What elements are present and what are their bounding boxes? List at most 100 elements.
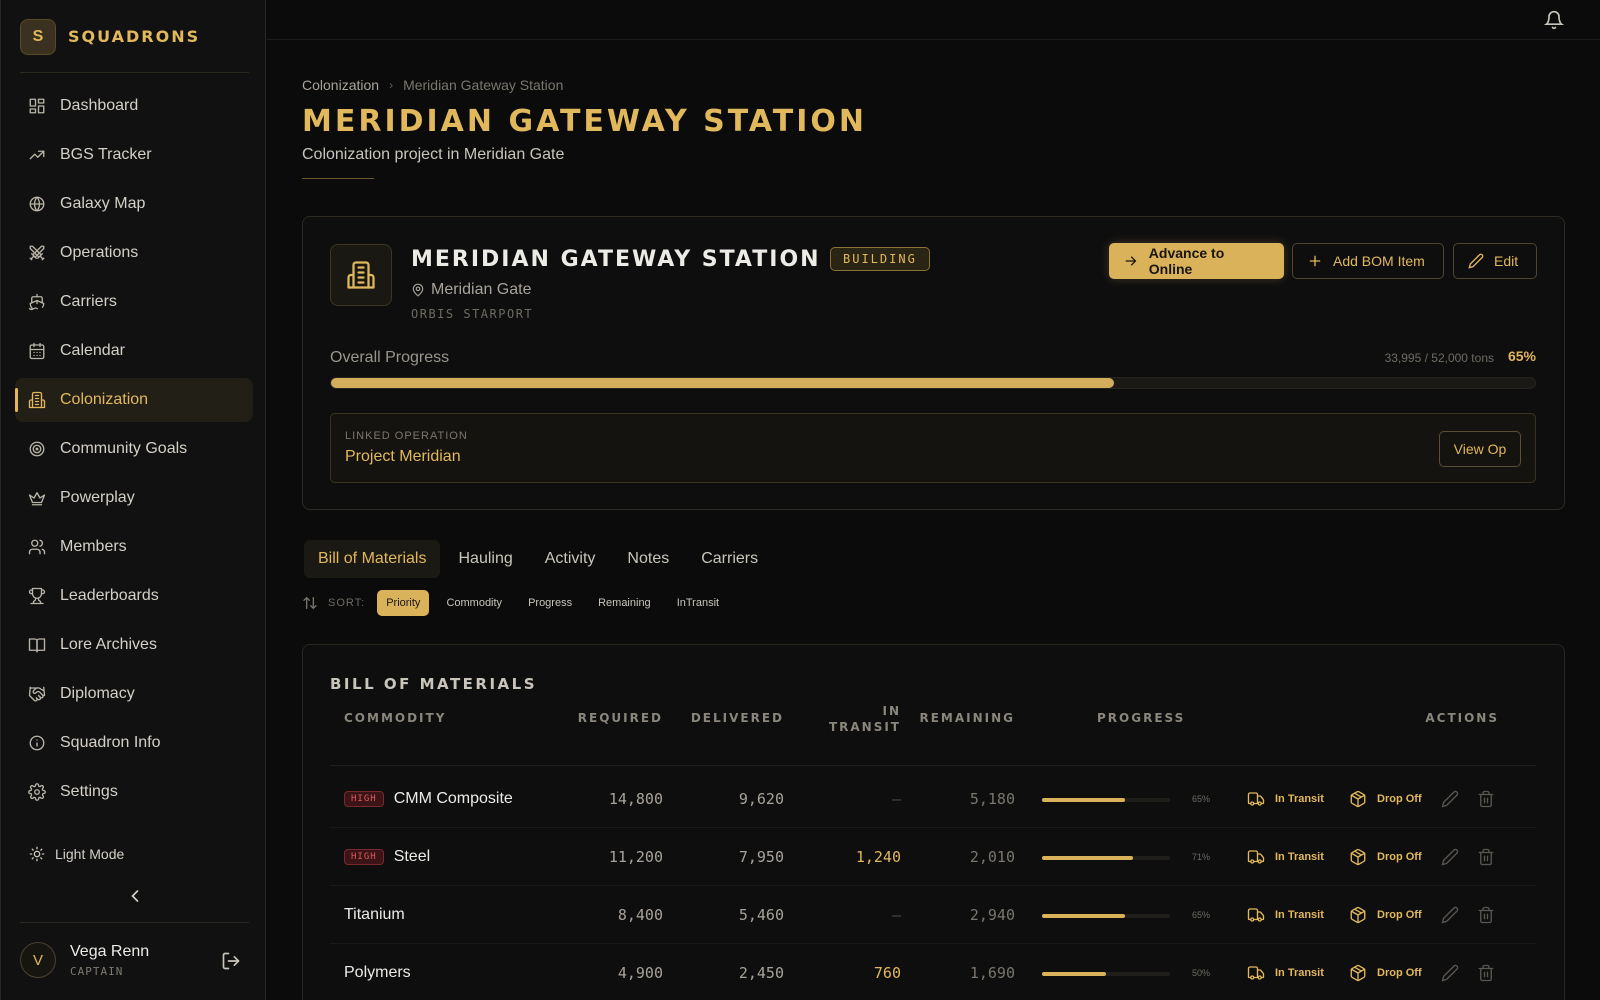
sort-chip-priority[interactable]: Priority: [377, 590, 430, 616]
tab-notes[interactable]: Notes: [613, 540, 683, 578]
sort-chip-intransit[interactable]: InTransit: [668, 590, 728, 616]
commodity-name: Titanium: [344, 906, 405, 923]
sort-chip-remaining[interactable]: Remaining: [589, 590, 660, 616]
in-transit-action-button[interactable]: In Transit: [1247, 828, 1324, 886]
sort-label-text: SORT:: [328, 597, 366, 609]
add-bom-label: Add BOM Item: [1333, 253, 1425, 269]
collapse-sidebar-button[interactable]: [125, 886, 145, 906]
required-cell: 11,200: [608, 848, 663, 866]
sidebar-item-powerplay[interactable]: Powerplay: [15, 476, 253, 520]
edit-row-button[interactable]: [1441, 828, 1459, 886]
col-commodity[interactable]: COMMODITY: [344, 711, 446, 725]
sidebar-item-members[interactable]: Members: [15, 525, 253, 569]
linked-operation-name[interactable]: Project Meridian: [345, 448, 461, 466]
tab-bill-of-materials[interactable]: Bill of Materials: [304, 540, 441, 578]
sidebar-item-settings[interactable]: Settings: [15, 770, 253, 814]
sidebar-item-squadron-info[interactable]: Squadron Info: [15, 721, 253, 765]
sidebar-item-label: Settings: [60, 783, 118, 800]
sidebar-item-label: Diplomacy: [60, 685, 135, 702]
sidebar-item-dashboard[interactable]: Dashboard: [15, 84, 253, 128]
sidebar-item-leaderboards[interactable]: Leaderboards: [15, 574, 253, 618]
brand[interactable]: S SQUADRONS: [20, 18, 200, 55]
sidebar-item-label: Dashboard: [60, 97, 139, 114]
view-op-button[interactable]: View Op: [1439, 431, 1521, 467]
gear-icon: [28, 783, 46, 801]
tab-activity[interactable]: Activity: [531, 540, 610, 578]
sidebar-item-colonization[interactable]: Colonization: [15, 378, 253, 422]
sidebar-item-bgs-tracker[interactable]: BGS Tracker: [15, 133, 253, 177]
sidebar-item-carriers[interactable]: Carriers: [15, 280, 253, 324]
delete-row-button[interactable]: [1477, 770, 1495, 828]
sidebar-item-community-goals[interactable]: Community Goals: [15, 427, 253, 471]
row-progress-fill: [1042, 972, 1106, 976]
col-progress[interactable]: PROGRESS: [1097, 711, 1185, 725]
delete-row-button[interactable]: [1477, 944, 1495, 1000]
breadcrumb-parent-link[interactable]: Colonization: [302, 77, 379, 93]
book-icon: [28, 638, 46, 653]
sidebar-item-operations[interactable]: Operations: [15, 231, 253, 275]
notifications-button[interactable]: [1544, 10, 1564, 30]
chevron-right-icon: ›: [389, 78, 394, 92]
page-subtitle: Colonization project in Meridian Gate: [302, 146, 565, 163]
bell-icon: [1544, 10, 1564, 30]
sidebar-item-calendar[interactable]: Calendar: [15, 329, 253, 373]
drop-off-action-button[interactable]: Drop Off: [1349, 828, 1422, 886]
row-progress-bar: [1042, 798, 1170, 802]
edit-row-button[interactable]: [1441, 944, 1459, 1000]
delivered-cell: 2,450: [738, 964, 784, 982]
sidebar-item-label: Carriers: [60, 293, 117, 310]
drop-off-action-button[interactable]: Drop Off: [1349, 944, 1422, 1000]
tab-carriers[interactable]: Carriers: [687, 540, 772, 578]
delete-row-button[interactable]: [1477, 886, 1495, 944]
trophy-icon: [28, 587, 46, 605]
tab-hauling[interactable]: Hauling: [444, 540, 526, 578]
col-remaining[interactable]: REMAINING: [903, 711, 1015, 725]
trash-icon: [1478, 964, 1494, 982]
delete-row-button[interactable]: [1477, 828, 1495, 886]
target-icon: [29, 441, 45, 457]
drop-off-action-button[interactable]: Drop Off: [1349, 770, 1422, 828]
sidebar-item-galaxy-map[interactable]: Galaxy Map: [15, 182, 253, 226]
nav-fade: [15, 810, 253, 834]
drop-off-action-label: Drop Off: [1377, 851, 1422, 863]
bom-table-card: BILL OF MATERIALS COMMODITY REQUIRED DEL…: [302, 644, 1565, 1000]
building-icon: [28, 391, 46, 409]
col-required[interactable]: REQUIRED: [565, 711, 663, 725]
in-transit-action-button[interactable]: In Transit: [1247, 770, 1324, 828]
truck-icon: [1247, 850, 1265, 864]
plus-icon: [1309, 255, 1321, 267]
sidebar-item-diplomacy[interactable]: Diplomacy: [15, 672, 253, 716]
edit-row-button[interactable]: [1441, 886, 1459, 944]
sort-chip-progress[interactable]: Progress: [519, 590, 581, 616]
logout-button[interactable]: [221, 951, 241, 971]
table-row: Titanium 8,400 5,460 — 2,940 65% In Tran…: [330, 886, 1536, 944]
add-bom-item-button[interactable]: Add BOM Item: [1292, 243, 1444, 279]
col-delivered[interactable]: DELIVERED: [671, 711, 784, 725]
table-row: HIGH CMM Composite 14,800 9,620 — 5,180 …: [330, 770, 1536, 828]
col-in-transit[interactable]: IN TRANSIT: [823, 703, 901, 735]
pencil-icon: [1441, 964, 1459, 982]
pencil-icon: [1441, 906, 1459, 924]
sort-chip-commodity[interactable]: Commodity: [437, 590, 511, 616]
in-transit-action-button[interactable]: In Transit: [1247, 944, 1324, 1000]
edit-project-button[interactable]: Edit: [1453, 243, 1537, 279]
package-icon: [1350, 848, 1366, 866]
in-transit-action-button[interactable]: In Transit: [1247, 886, 1324, 944]
pencil-icon: [1441, 848, 1459, 866]
light-mode-label: Light Mode: [55, 846, 125, 862]
info-icon: [29, 735, 45, 751]
user-profile[interactable]: V Vega Renn CAPTAIN: [20, 942, 149, 978]
in-transit-action-label: In Transit: [1275, 851, 1324, 863]
dashboard-icon: [29, 98, 45, 114]
advance-to-online-button[interactable]: Advance to Online: [1109, 243, 1284, 279]
drop-off-action-button[interactable]: Drop Off: [1349, 886, 1422, 944]
light-mode-toggle[interactable]: Light Mode: [29, 846, 124, 862]
remaining-cell: 2,010: [969, 848, 1015, 866]
row-progress-percent: 65%: [1192, 910, 1211, 920]
package-icon: [1350, 906, 1366, 924]
edit-row-button[interactable]: [1441, 770, 1459, 828]
delivered-cell: 9,620: [738, 790, 784, 808]
required-cell: 4,900: [617, 964, 663, 982]
row-progress-percent: 50%: [1192, 968, 1211, 978]
sidebar-item-lore-archives[interactable]: Lore Archives: [15, 623, 253, 667]
